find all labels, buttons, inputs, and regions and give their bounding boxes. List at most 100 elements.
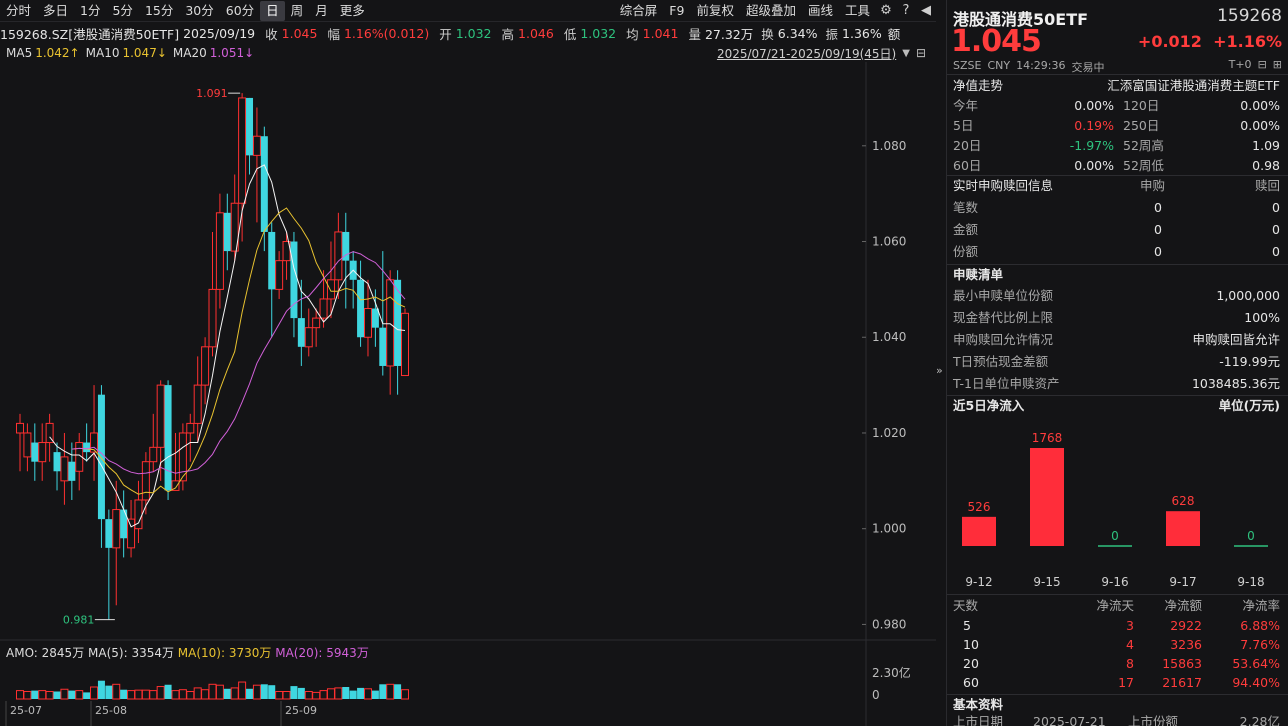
help-icon[interactable]: ? (896, 1, 916, 21)
period-tab-0[interactable]: 分时 (0, 1, 37, 21)
candle-body (201, 346, 210, 386)
candle-body (120, 509, 128, 539)
period-tab-10[interactable]: 更多 (334, 1, 371, 21)
period-tab-6[interactable]: 60分 (220, 1, 260, 21)
period-tab-1[interactable]: 多日 (37, 1, 74, 21)
quote-date: 2025/09/19 (183, 25, 256, 41)
stats-cell: 3 (1126, 618, 1134, 633)
period-tab-8[interactable]: 周 (285, 1, 310, 21)
volume-bar (90, 686, 99, 700)
volume-bar (342, 687, 350, 699)
tool-button-1[interactable]: F9 (663, 1, 690, 21)
volume-bar (275, 691, 284, 700)
candle-body (371, 308, 379, 328)
period-tab-7[interactable]: 日 (260, 0, 285, 21)
volume-legend: AMO: 2845万 MA(5): 3354万 MA(10): 3730万 MA… (6, 646, 369, 660)
swing-value: 1.36% (842, 25, 882, 41)
list-row-label: 现金替代比例上限 (953, 310, 1054, 325)
period-tab-2[interactable]: 1分 (74, 1, 106, 21)
perf-value-2: 1.09 (1252, 138, 1280, 153)
volume-bar (238, 681, 247, 700)
stats-row: 5 3 2922 6.88% (953, 616, 1280, 636)
ma20-line (71, 251, 406, 475)
perf-label: 20日 (953, 138, 982, 153)
collapse-panel-icon[interactable]: » (936, 364, 946, 377)
max-price-label: 1.091 (196, 87, 228, 100)
sub-row: 笔数 0 0 (953, 198, 1280, 218)
volume-bar (38, 690, 47, 700)
range-dropdown-icon[interactable]: ▼ (902, 48, 910, 59)
volume-bar (334, 687, 343, 700)
ma5-label: MA5 (6, 46, 33, 60)
y-tick-label: 1.040 (872, 330, 906, 344)
list-row-label: 申购赎回允许情况 (953, 332, 1054, 347)
tool-button-5[interactable]: 工具 (839, 1, 876, 21)
volume-legend-part: 3354万 (131, 646, 177, 660)
volume-bar (252, 684, 261, 700)
divider (947, 74, 1288, 75)
volume-y-bottom: 0 (872, 688, 880, 702)
avg-value: 1.041 (642, 25, 679, 41)
amp-label: 幅 (327, 26, 340, 42)
avg-label: 均 (626, 26, 639, 42)
list-title: 申赎清单 (953, 267, 1004, 282)
stats-cell: 5 (963, 618, 971, 633)
stats-cell: 94.40% (1232, 675, 1280, 690)
inflow-value-label: 526 (968, 500, 991, 514)
net-inflow-bar-chart: 526 9-12 1768 9-15 0 9-16 628 9-17 0 9-18 (962, 431, 1268, 589)
volume-legend-part: 3730万 (229, 646, 275, 660)
x-tick-label: 25-07 (10, 704, 42, 717)
tool-button-0[interactable]: 综合屏 (614, 1, 664, 21)
sub-row: 金额 0 0 (953, 220, 1280, 240)
volume-bar (97, 680, 105, 699)
stats-header: 天数 净流天 净流额 净流率 (953, 596, 1280, 616)
tool-button-2[interactable]: 前复权 (690, 1, 740, 21)
list-row-label: 最小申赎单位份额 (953, 288, 1054, 303)
period-tab-4[interactable]: 15分 (139, 1, 179, 21)
period-tab-3[interactable]: 5分 (106, 1, 138, 21)
min-price-label: 0.981 (63, 614, 95, 627)
nav-row[interactable]: 净值走势 汇添富国证港股通消费主题ETF (953, 76, 1280, 96)
perf-value-2: 0.98 (1252, 158, 1280, 173)
plus-icon[interactable]: ⊞ (1273, 58, 1282, 71)
prev-icon[interactable]: ◀ (916, 1, 936, 21)
candlestick-chart[interactable]: 1.080 1.060 1.040 1.020 1.000 0.980 1.091 0.981… (0, 62, 936, 726)
volume-bar (60, 688, 69, 700)
ma20-label: MA20 (172, 46, 207, 60)
volume-bar (290, 686, 298, 699)
list-row: T日预估现金差额 -119.99元 (953, 352, 1280, 372)
subscription-header: 实时申购赎回信息 赎回 申购 (953, 176, 1280, 196)
candle-body (268, 231, 276, 290)
candle-body (23, 432, 32, 458)
volume-bar (363, 688, 372, 700)
candle-body (326, 279, 335, 300)
price-change: +0.012 +1.16% (1138, 32, 1282, 51)
candle-body (252, 135, 261, 156)
sub-row: 份额 0 0 (953, 242, 1280, 262)
list-row-label: T日预估现金差额 (953, 354, 1049, 369)
candle-body (363, 308, 372, 338)
volume-bar (164, 684, 172, 699)
tool-button-4[interactable]: 画线 (802, 1, 839, 21)
tool-button-3[interactable]: 超级叠加 (740, 1, 802, 21)
settings-icon[interactable]: ⚙ (876, 1, 896, 21)
inflow-value-label: 628 (1172, 494, 1195, 508)
low-value: 1.032 (580, 25, 617, 41)
candle-body (386, 279, 395, 367)
list-row-value: -119.99元 (1219, 354, 1280, 369)
stats-cell: 60 (963, 675, 979, 690)
quote-time: 14:29:36 (1016, 59, 1066, 72)
sub-row-label: 金额 (953, 222, 979, 237)
volume-bar (23, 691, 32, 700)
sub-redeem-value: 0 (1272, 200, 1280, 215)
quote-info-row: 159268.SZ[港股通消费50ETF] 2025/09/19 收 1.045 … (0, 23, 936, 43)
candle-body (193, 384, 202, 424)
date-range-selector[interactable]: 2025/07/21-2025/09/19(45日) (717, 45, 896, 62)
period-tab-5[interactable]: 30分 (179, 1, 219, 21)
minus-icon[interactable]: ⊟ (1258, 58, 1267, 71)
volume-legend-part: MA(5): (88, 646, 131, 660)
period-tab-9[interactable]: 月 (309, 1, 334, 21)
inflow-value-label: 0 (1247, 529, 1255, 543)
pin-icon[interactable]: ⊟ (916, 46, 926, 60)
stats-head-cell: 净流天 (1096, 598, 1134, 613)
